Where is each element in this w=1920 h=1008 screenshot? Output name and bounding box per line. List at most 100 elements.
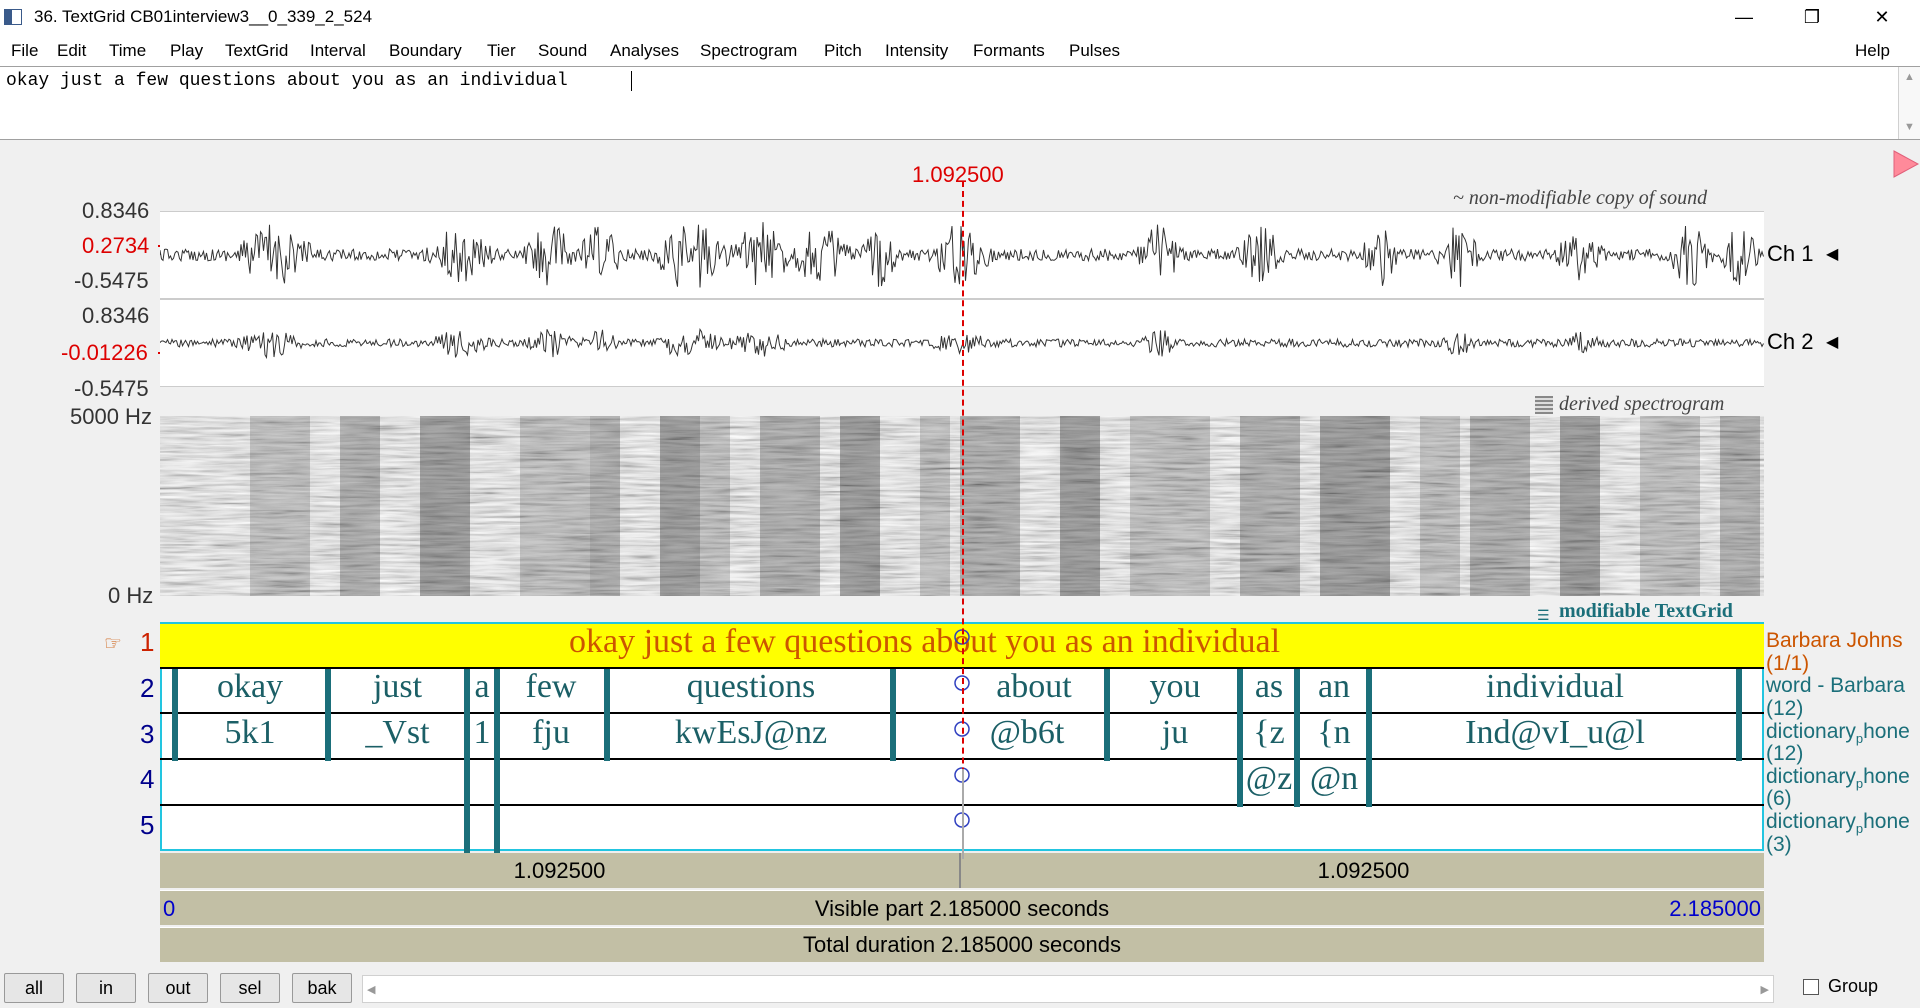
minimize-button[interactable]: — <box>1714 0 1774 34</box>
spectrogram-energy-band <box>340 416 380 596</box>
total-duration-bar[interactable]: Total duration 2.185000 seconds <box>160 927 1764 962</box>
tier-4-number[interactable]: 4 <box>140 764 154 795</box>
tier-2-interval[interactable]: you <box>1110 668 1240 706</box>
tier-2-number[interactable]: 2 <box>140 673 154 704</box>
tier-3-interval[interactable]: 5k1 <box>175 714 325 752</box>
tier-3-name-suffix: hone <box>1863 720 1910 743</box>
tier-3-interval[interactable]: _Vst <box>329 714 466 752</box>
tier-1-name[interactable]: Barbara Johns <box>1766 629 1903 653</box>
channel-2-label: Ch 2 <box>1767 329 1814 354</box>
tier-2-interval[interactable]: a <box>468 668 496 706</box>
scroll-up-icon[interactable]: ▲ <box>1904 71 1915 83</box>
interval-boundary[interactable] <box>172 669 178 761</box>
tier-5-name-text: dictionary <box>1766 810 1856 833</box>
tier-3-interval[interactable]: 1 <box>468 714 496 752</box>
group-checkbox[interactable] <box>1803 979 1819 995</box>
spectrogram-energy-band <box>420 416 470 596</box>
time-scrollbar[interactable]: ◀ ▶ <box>362 975 1774 1003</box>
tier-2-interval[interactable]: individual <box>1372 668 1738 706</box>
menu-intensity[interactable]: Intensity <box>885 41 948 61</box>
interval-boundary[interactable] <box>1104 669 1110 761</box>
close-button[interactable]: ✕ <box>1852 0 1912 34</box>
visible-end-label: 2.185000 <box>1669 896 1761 921</box>
interval-boundary[interactable] <box>494 669 500 857</box>
menu-interval[interactable]: Interval <box>310 41 366 61</box>
zoom-sel-button[interactable]: sel <box>220 973 280 1003</box>
tier-2-interval[interactable]: as <box>1243 668 1295 706</box>
menu-file[interactable]: File <box>11 41 38 61</box>
tier-2-name[interactable]: word - Barbara <box>1766 674 1905 698</box>
tier-4-interval[interactable]: @z <box>1243 760 1295 798</box>
maximize-button[interactable]: ❐ <box>1782 0 1842 34</box>
visible-part-bar[interactable]: 0 Visible part 2.185000 seconds 2.185000 <box>160 890 1764 925</box>
interval-text-editor[interactable]: okay just a few questions about you as a… <box>0 66 1920 140</box>
scroll-down-icon[interactable]: ▼ <box>1904 121 1915 133</box>
tier-3-number[interactable]: 3 <box>140 719 154 750</box>
right-half-button[interactable]: 1.092500 <box>963 853 1764 888</box>
tier-2-interval[interactable]: questions <box>608 668 894 706</box>
editor-scrollbar[interactable]: ▲ ▼ <box>1898 67 1920 139</box>
menu-edit[interactable]: Edit <box>57 41 86 61</box>
channel-2-speaker-icon[interactable]: ◀ <box>1826 332 1838 352</box>
scroll-right-icon[interactable]: ▶ <box>1761 983 1769 996</box>
text-cursor <box>631 71 632 91</box>
tier-3-interval[interactable]: Ind@vI_u@l <box>1372 714 1738 752</box>
tier-2-interval[interactable]: few <box>498 668 604 706</box>
menu-analyses[interactable]: Analyses <box>610 41 679 61</box>
tier-1-interval-text[interactable]: okay just a few questions about you as a… <box>569 623 1280 661</box>
interval-boundary[interactable] <box>1736 669 1742 761</box>
title-bar: 36. TextGrid CB01interview3__0_339_2_524… <box>0 0 1920 34</box>
interval-boundary[interactable] <box>1366 669 1372 807</box>
play-triangle-icon[interactable] <box>1890 149 1920 179</box>
zoom-back-button[interactable]: bak <box>292 973 352 1003</box>
menu-textgrid[interactable]: TextGrid <box>225 41 288 61</box>
spectrogram-energy-band <box>1720 416 1760 596</box>
ch2-max-label: 0.8346 <box>82 303 150 328</box>
interval-text[interactable]: okay just a few questions about you as a… <box>6 71 568 91</box>
menu-pitch[interactable]: Pitch <box>824 41 862 61</box>
time-cursor-line[interactable] <box>962 181 964 853</box>
tier-5-number[interactable]: 5 <box>140 810 154 841</box>
zoom-in-button[interactable]: in <box>76 973 136 1003</box>
tier-1-number[interactable]: 1 <box>140 627 154 658</box>
interval-boundary[interactable] <box>1294 669 1300 807</box>
spectrogram-energy-band <box>1640 416 1700 596</box>
zoom-out-button[interactable]: out <box>148 973 208 1003</box>
tier-3-interval[interactable]: fju <box>498 714 604 752</box>
menu-sound[interactable]: Sound <box>538 41 587 61</box>
tier-2-interval[interactable]: okay <box>175 668 325 706</box>
tier-3-interval[interactable]: ju <box>1110 714 1240 752</box>
channel-1-label: Ch 1 <box>1767 241 1814 266</box>
tier-2-interval[interactable]: an <box>1300 668 1368 706</box>
tier-2-interval[interactable]: about <box>962 668 1106 706</box>
menu-play[interactable]: Play <box>170 41 203 61</box>
ch2-min-label: -0.5475 <box>74 376 149 401</box>
menu-pulses[interactable]: Pulses <box>1069 41 1120 61</box>
spectrogram-energy-band <box>660 416 700 596</box>
menu-spectrogram[interactable]: Spectrogram <box>700 41 797 61</box>
menu-formants[interactable]: Formants <box>973 41 1045 61</box>
interval-boundary[interactable] <box>890 669 896 761</box>
menu-help[interactable]: Help <box>1855 41 1890 61</box>
tier-4-interval[interactable]: @n <box>1300 760 1368 798</box>
editor-canvas[interactable]: 1.092500 ~ non-modifiable copy of sound … <box>0 141 1920 963</box>
menu-time[interactable]: Time <box>109 41 146 61</box>
interval-boundary[interactable] <box>325 669 331 761</box>
interval-boundary[interactable] <box>1237 669 1243 807</box>
left-half-button[interactable]: 1.092500 <box>160 853 961 888</box>
interval-boundary[interactable] <box>464 669 470 857</box>
channel-1-speaker-icon[interactable]: ◀ <box>1826 244 1838 264</box>
menu-boundary[interactable]: Boundary <box>389 41 462 61</box>
spectrogram-energy-band <box>1060 416 1100 596</box>
menu-tier[interactable]: Tier <box>487 41 516 61</box>
tier-3-interval[interactable]: {n <box>1300 714 1368 752</box>
tier-3-interval[interactable]: @b6t <box>952 714 1102 752</box>
scroll-left-icon[interactable]: ◀ <box>367 983 375 996</box>
tier-3-interval[interactable]: {z <box>1243 714 1295 752</box>
zoom-all-button[interactable]: all <box>4 973 64 1003</box>
tier-2-interval[interactable]: just <box>329 668 466 706</box>
spectrogram-energy-band <box>920 416 950 596</box>
tier-3-interval[interactable]: kwEsJ@nz <box>608 714 894 752</box>
spectrogram-energy-band <box>1240 416 1300 596</box>
interval-boundary[interactable] <box>604 669 610 761</box>
